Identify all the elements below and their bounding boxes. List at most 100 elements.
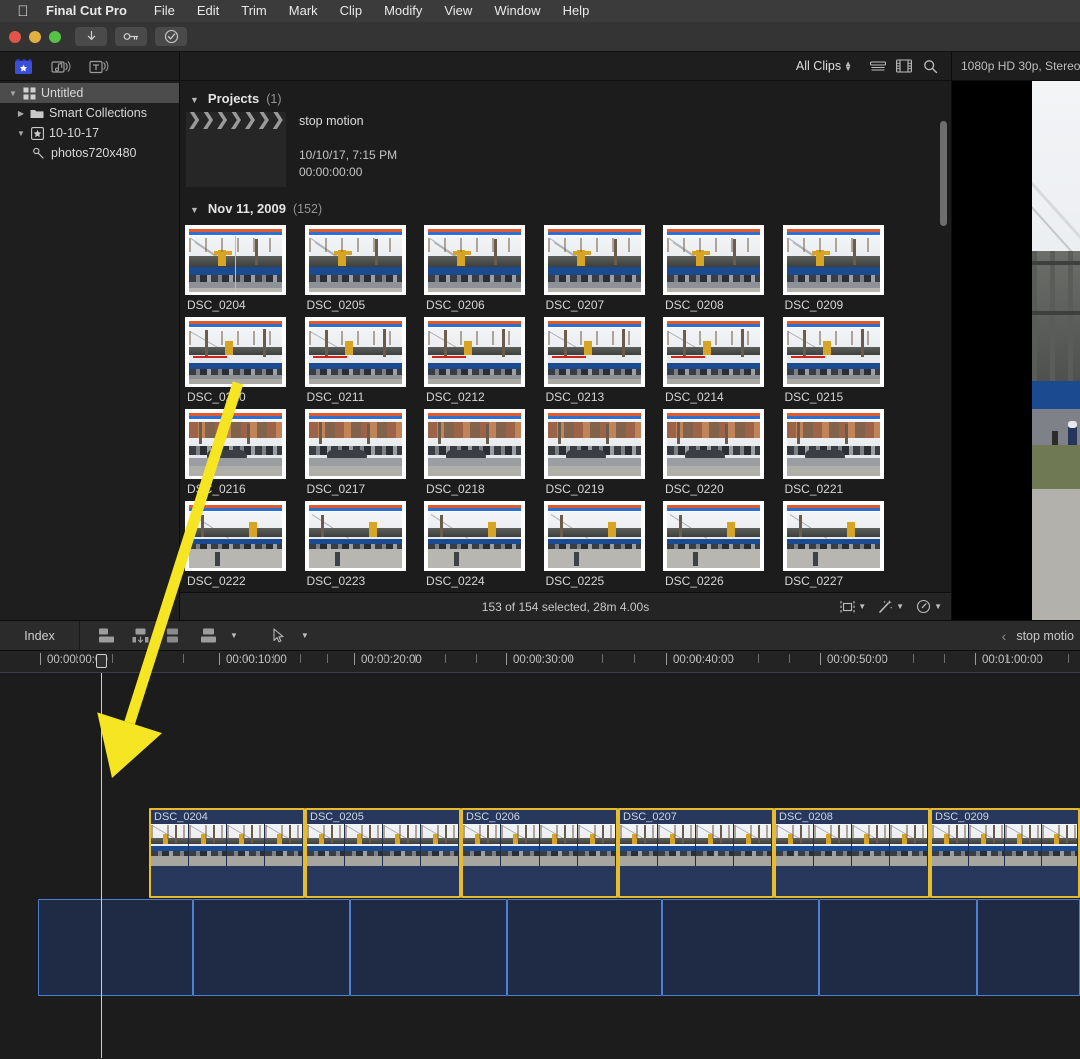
- browser-clip-item[interactable]: DSC_0216: [185, 409, 306, 496]
- chevron-down-icon[interactable]: ▼: [934, 602, 942, 611]
- twisty-down-icon[interactable]: ▼: [14, 129, 28, 138]
- timeline-storyline-clip[interactable]: [662, 899, 819, 996]
- menu-help[interactable]: Help: [552, 2, 601, 20]
- browser-clip-item[interactable]: DSC_0207: [543, 225, 665, 312]
- browser-clip-item[interactable]: DSC_0221: [782, 409, 904, 496]
- browser-clip-item[interactable]: DSC_0210: [185, 317, 306, 404]
- project-thumbnail[interactable]: ❯❯❯ ❯❯❯ ❯❯: [186, 112, 286, 187]
- timeline-storyline-clip[interactable]: [819, 899, 977, 996]
- apple-menu-icon[interactable]: : [10, 4, 36, 19]
- clip-thumbnail[interactable]: [543, 317, 645, 387]
- clip-appearance-button[interactable]: [833, 596, 861, 618]
- clip-thumbnail[interactable]: [782, 501, 884, 571]
- menu-mark[interactable]: Mark: [278, 2, 329, 20]
- titles-generators-tab[interactable]: [88, 56, 110, 76]
- clip-thumbnail[interactable]: [782, 409, 884, 479]
- menu-view[interactable]: View: [433, 2, 483, 20]
- menu-clip[interactable]: Clip: [329, 2, 373, 20]
- clip-thumbnail[interactable]: [663, 225, 764, 295]
- browser-clip-item[interactable]: DSC_0215: [782, 317, 904, 404]
- enhancements-button[interactable]: [155, 27, 187, 46]
- overwrite-button[interactable]: [196, 625, 220, 647]
- menu-window[interactable]: Window: [483, 2, 551, 20]
- menu-modify[interactable]: Modify: [373, 2, 433, 20]
- browser-clip-item[interactable]: DSC_0227: [782, 501, 904, 588]
- browser-clip-item[interactable]: DSC_0219: [543, 409, 665, 496]
- timeline-storyline-clip[interactable]: [38, 899, 193, 996]
- browser-clip-item[interactable]: DSC_0209: [782, 225, 904, 312]
- clip-thumbnail[interactable]: [304, 409, 406, 479]
- playhead-handle[interactable]: [96, 654, 107, 668]
- twisty-right-icon[interactable]: ▶: [14, 109, 28, 118]
- timeline-storyline-clip[interactable]: [977, 899, 1080, 996]
- browser-clip-item[interactable]: DSC_0217: [304, 409, 426, 496]
- browser-clip-item[interactable]: DSC_0226: [663, 501, 784, 588]
- browser-clip-item[interactable]: DSC_0211: [304, 317, 426, 404]
- menu-file[interactable]: File: [143, 2, 186, 20]
- twisty-down-icon[interactable]: ▼: [6, 89, 20, 98]
- menu-final-cut-pro[interactable]: Final Cut Pro: [36, 2, 143, 20]
- browser-clip-item[interactable]: DSC_0204: [185, 225, 306, 312]
- browser-content[interactable]: ▼ Projects (1) ❯❯❯ ❯❯❯ ❯❯ stop motion: [180, 81, 951, 592]
- browser-clip-item[interactable]: DSC_0222: [185, 501, 306, 588]
- viewer-canvas[interactable]: [952, 81, 1080, 620]
- clip-thumbnail[interactable]: [185, 501, 286, 571]
- browser-clip-item[interactable]: DSC_0212: [424, 317, 545, 404]
- append-button[interactable]: [162, 625, 186, 647]
- twisty-down-icon[interactable]: ▼: [190, 205, 199, 215]
- chevron-left-icon[interactable]: ‹: [1002, 628, 1007, 644]
- clip-thumbnail[interactable]: [424, 501, 525, 571]
- project-item-stop-motion[interactable]: ❯❯❯ ❯❯❯ ❯❯ stop motion 10/10/17, 7:15 PM…: [180, 110, 951, 187]
- timeline-clip[interactable]: DSC_0208: [774, 808, 930, 898]
- filmstrip-view-button[interactable]: [891, 55, 917, 77]
- sidebar-item-untitled-library[interactable]: ▼ Untitled: [0, 83, 179, 103]
- keywords-button[interactable]: [115, 27, 147, 46]
- retime-button[interactable]: [909, 596, 937, 618]
- close-button[interactable]: [9, 30, 21, 43]
- clip-thumbnail[interactable]: [663, 409, 764, 479]
- clip-thumbnail[interactable]: [424, 225, 525, 295]
- browser-clip-item[interactable]: DSC_0213: [543, 317, 665, 404]
- timeline-storyline-clip[interactable]: [350, 899, 507, 996]
- browser-scrollbar[interactable]: [940, 121, 947, 226]
- clip-thumbnail[interactable]: [663, 317, 764, 387]
- timeline-clip[interactable]: DSC_0206: [461, 808, 618, 898]
- browser-clip-item[interactable]: DSC_0218: [424, 409, 545, 496]
- libraries-tab[interactable]: [12, 56, 34, 76]
- twisty-down-icon[interactable]: ▼: [190, 95, 199, 105]
- browser-clip-item[interactable]: DSC_0223: [304, 501, 426, 588]
- timeline-clip[interactable]: DSC_0205: [305, 808, 461, 898]
- timeline-ruler[interactable]: 00:00:00:00 00:00:10:00 00:00:20:00 00:00:3…: [0, 651, 1080, 673]
- enhancements-button[interactable]: [871, 596, 899, 618]
- playhead[interactable]: [101, 673, 102, 1058]
- clip-thumbnail[interactable]: [304, 501, 406, 571]
- chevron-down-icon[interactable]: ▼: [896, 602, 904, 611]
- clip-thumbnail[interactable]: [782, 317, 884, 387]
- browser-clip-item[interactable]: DSC_0205: [304, 225, 426, 312]
- timeline-clip[interactable]: DSC_0204: [149, 808, 305, 898]
- clip-thumbnail[interactable]: [663, 501, 764, 571]
- clip-thumbnail[interactable]: [304, 225, 406, 295]
- section-header-projects[interactable]: ▼ Projects (1): [180, 81, 951, 110]
- menu-edit[interactable]: Edit: [186, 2, 230, 20]
- timeline-storyline-clip[interactable]: [507, 899, 662, 996]
- browser-clip-item[interactable]: DSC_0220: [663, 409, 784, 496]
- sidebar-item-smart-collections[interactable]: ▶ Smart Collections: [0, 103, 179, 123]
- list-view-button[interactable]: [865, 55, 891, 77]
- browser-clip-item[interactable]: DSC_0214: [663, 317, 784, 404]
- clip-thumbnail[interactable]: [543, 409, 645, 479]
- minimize-button[interactable]: [29, 30, 41, 43]
- browser-clip-item[interactable]: DSC_0208: [663, 225, 784, 312]
- tool-select-popup[interactable]: [267, 625, 291, 647]
- browser-clip-item[interactable]: DSC_0225: [543, 501, 665, 588]
- clip-thumbnail[interactable]: [424, 317, 525, 387]
- clip-thumbnail[interactable]: [185, 317, 286, 387]
- sidebar-item-keyword-photos720x480[interactable]: photos720x480: [0, 143, 179, 163]
- timeline-index-button[interactable]: Index: [0, 621, 80, 650]
- clip-thumbnail[interactable]: [424, 409, 525, 479]
- sidebar-item-event-10-10-17[interactable]: ▼ 10-10-17: [0, 123, 179, 143]
- chevron-down-icon[interactable]: ▼: [301, 631, 309, 640]
- section-header-nov-11-2009[interactable]: ▼ Nov 11, 2009 (152): [180, 187, 951, 220]
- search-button[interactable]: [917, 55, 943, 77]
- timeline-storyline-clip[interactable]: [193, 899, 350, 996]
